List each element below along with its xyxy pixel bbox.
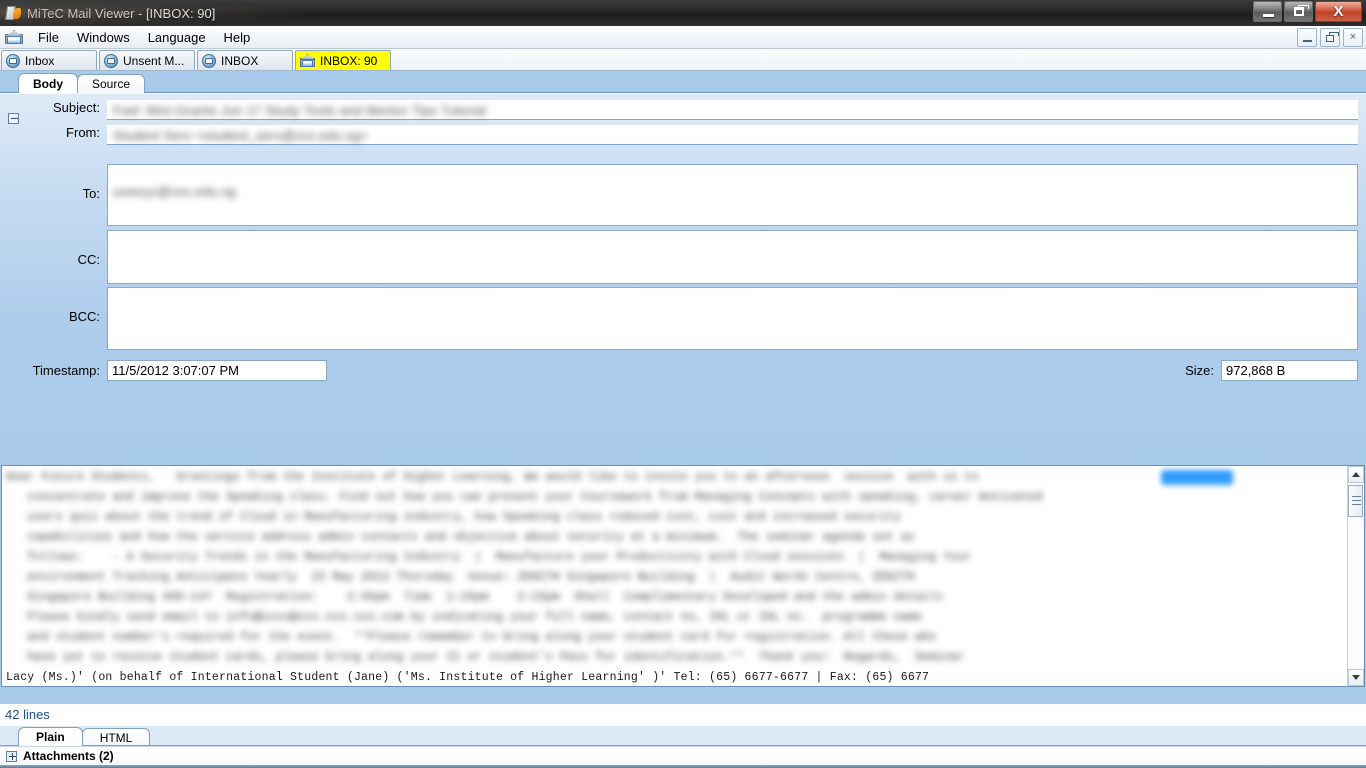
- mailbox-icon: [6, 53, 20, 68]
- lines-count-label: 42 lines: [5, 707, 50, 722]
- close-icon: ×: [1349, 31, 1357, 43]
- mdi-child-controls: ×: [1297, 28, 1363, 47]
- window-tab-inbox-folder[interactable]: INBOX: [197, 50, 293, 70]
- header-fields-panel: Subject: Fwd: Mini-Grants Jun 17 Study T…: [0, 93, 1366, 465]
- bcc-input[interactable]: [107, 287, 1358, 350]
- menu-item-help[interactable]: Help: [215, 28, 260, 47]
- message-body-text[interactable]: Dear Future Students, Greetings from the…: [2, 466, 1347, 686]
- view-tabstrip: Body Source: [0, 71, 1366, 93]
- field-row-timestamp: Timestamp: Size:: [0, 360, 1366, 381]
- to-input[interactable]: [107, 164, 1358, 226]
- window-tab-label: INBOX: 90: [320, 53, 378, 68]
- scroll-up-arrow[interactable]: [1348, 466, 1364, 483]
- tab-html[interactable]: HTML: [81, 728, 151, 746]
- attachments-bar[interactable]: Attachments (2): [0, 746, 1366, 765]
- mailbox-icon: [104, 53, 118, 68]
- body-selection-highlight: [1161, 470, 1233, 485]
- timestamp-input[interactable]: [107, 360, 327, 381]
- size-label: Size:: [1185, 363, 1214, 378]
- expand-attachments-toggle[interactable]: [6, 750, 17, 762]
- to-label: To:: [82, 186, 100, 201]
- restore-button[interactable]: [1284, 1, 1313, 22]
- attachments-label: Attachments (2): [23, 749, 114, 763]
- window-tab-label: Inbox: [25, 53, 55, 68]
- footer: 42 lines Plain HTML Attachments (2): [0, 704, 1366, 768]
- menu-item-windows[interactable]: Windows: [68, 28, 139, 47]
- scroll-thumb[interactable]: [1348, 485, 1363, 517]
- message-view: Body Source Subject: Fwd: Mini-Grants Ju…: [0, 71, 1366, 768]
- close-icon: X: [1333, 3, 1344, 20]
- menu-bar: File Windows Language Help ×: [0, 26, 1366, 49]
- window-tab-inbox-90[interactable]: INBOX: 90: [295, 50, 391, 70]
- field-row-from: From: Student Serv <student_serv@xxx.edu…: [0, 125, 1366, 145]
- timestamp-label: Timestamp:: [32, 363, 100, 378]
- window-titlebar: MiTeC Mail Viewer - [INBOX: 90] X: [0, 0, 1366, 26]
- cc-input[interactable]: [107, 230, 1358, 284]
- field-row-cc: CC:: [0, 230, 1366, 284]
- menu-item-file[interactable]: File: [29, 28, 68, 47]
- subject-input[interactable]: [107, 100, 1358, 120]
- field-row-subject: Subject: Fwd: Mini-Grants Jun 17 Study T…: [0, 100, 1366, 120]
- collapse-header-toggle[interactable]: [8, 113, 19, 124]
- mdi-minimize-button[interactable]: [1297, 28, 1317, 47]
- menu-item-language[interactable]: Language: [139, 28, 215, 47]
- field-row-bcc: BCC:: [0, 287, 1366, 350]
- grip-icon: [1352, 496, 1361, 505]
- window-tab-label: Unsent M...: [123, 53, 185, 68]
- format-tabstrip: Plain HTML: [0, 726, 1366, 746]
- scrollbar-track[interactable]: [1348, 483, 1364, 669]
- window-tab-inbox[interactable]: Inbox: [1, 50, 97, 70]
- mailbox-icon: [202, 53, 216, 68]
- size-field: Size:: [1185, 360, 1366, 381]
- bcc-label: BCC:: [68, 309, 100, 324]
- minimize-button[interactable]: [1253, 1, 1282, 22]
- window-tab-unsent-mail[interactable]: Unsent M...: [99, 50, 195, 70]
- mdi-close-button[interactable]: ×: [1343, 28, 1363, 47]
- field-row-to: To: uvwxyz@xxx.edu.sg: [0, 164, 1366, 226]
- message-body-panel: Dear Future Students, Greetings from the…: [1, 465, 1365, 687]
- message-body-redaction: Dear Future Students, Greetings from the…: [6, 471, 1043, 664]
- page-flame-icon: [5, 5, 21, 21]
- window-title: MiTeC Mail Viewer - [INBOX: 90]: [27, 5, 216, 21]
- close-button[interactable]: X: [1315, 1, 1362, 22]
- window-controls: X: [1253, 1, 1362, 22]
- window-tab-label: INBOX: [221, 53, 259, 68]
- cc-label: CC:: [77, 252, 100, 267]
- tab-plain[interactable]: Plain: [18, 727, 83, 746]
- from-label: From:: [66, 125, 100, 140]
- body-scrollbar[interactable]: [1347, 466, 1364, 686]
- from-input[interactable]: [107, 125, 1358, 145]
- mdi-window-tabstrip: Inbox Unsent M... INBOX INBOX: 90: [0, 49, 1366, 71]
- tab-body[interactable]: Body: [18, 73, 78, 93]
- message-body-visible-line: Lacy (Ms.)' (on behalf of International …: [6, 671, 930, 684]
- open-envelope-icon: [5, 30, 23, 44]
- mdi-restore-button[interactable]: [1320, 28, 1340, 47]
- open-envelope-icon: [300, 54, 315, 67]
- scroll-down-arrow[interactable]: [1348, 669, 1364, 686]
- size-input[interactable]: [1221, 360, 1358, 381]
- tab-source[interactable]: Source: [77, 74, 146, 93]
